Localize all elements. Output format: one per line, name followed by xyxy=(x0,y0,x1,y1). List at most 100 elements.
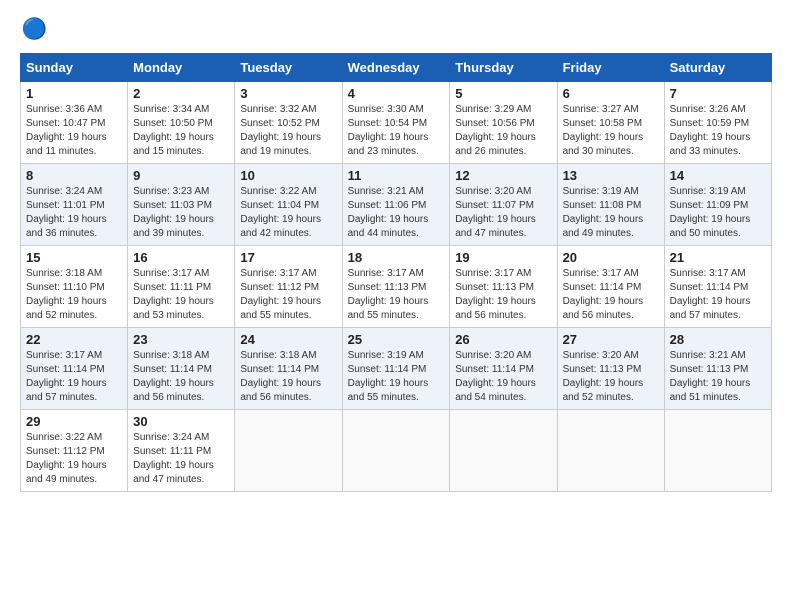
day-number: 1 xyxy=(26,86,122,101)
day-number: 7 xyxy=(670,86,766,101)
day-info: Sunrise: 3:22 AMSunset: 11:12 PMDaylight… xyxy=(26,431,122,487)
calendar-cell: 24 Sunrise: 3:18 AMSunset: 11:14 PMDaylig… xyxy=(235,328,342,410)
day-info: Sunrise: 3:29 AMSunset: 10:56 PMDaylight… xyxy=(455,103,551,159)
day-info: Sunrise: 3:22 AMSunset: 11:04 PMDaylight… xyxy=(240,185,336,241)
day-info: Sunrise: 3:34 AMSunset: 10:50 PMDaylight… xyxy=(133,103,229,159)
weekday-header: Monday xyxy=(128,54,235,82)
calendar-cell: 13 Sunrise: 3:19 AMSunset: 11:08 PMDaylig… xyxy=(557,164,664,246)
day-info: Sunrise: 3:24 AMSunset: 11:01 PMDaylight… xyxy=(26,185,122,241)
calendar-cell: 29 Sunrise: 3:22 AMSunset: 11:12 PMDaylig… xyxy=(21,410,128,492)
logo-icon: 🔵 xyxy=(20,15,48,43)
day-number: 26 xyxy=(455,332,551,347)
day-number: 17 xyxy=(240,250,336,265)
day-info: Sunrise: 3:20 AMSunset: 11:13 PMDaylight… xyxy=(563,349,659,405)
weekday-header: Saturday xyxy=(664,54,771,82)
calendar-cell xyxy=(342,410,450,492)
weekday-header: Friday xyxy=(557,54,664,82)
calendar-cell: 4 Sunrise: 3:30 AMSunset: 10:54 PMDayligh… xyxy=(342,82,450,164)
day-info: Sunrise: 3:30 AMSunset: 10:54 PMDaylight… xyxy=(348,103,445,159)
day-number: 13 xyxy=(563,168,659,183)
day-number: 8 xyxy=(26,168,122,183)
day-info: Sunrise: 3:17 AMSunset: 11:14 PMDaylight… xyxy=(670,267,766,323)
day-info: Sunrise: 3:18 AMSunset: 11:10 PMDaylight… xyxy=(26,267,122,323)
day-info: Sunrise: 3:19 AMSunset: 11:09 PMDaylight… xyxy=(670,185,766,241)
day-number: 29 xyxy=(26,414,122,429)
calendar-cell: 23 Sunrise: 3:18 AMSunset: 11:14 PMDaylig… xyxy=(128,328,235,410)
calendar-cell: 21 Sunrise: 3:17 AMSunset: 11:14 PMDaylig… xyxy=(664,246,771,328)
calendar-cell: 1 Sunrise: 3:36 AMSunset: 10:47 PMDayligh… xyxy=(21,82,128,164)
calendar-week-row: 8 Sunrise: 3:24 AMSunset: 11:01 PMDayligh… xyxy=(21,164,772,246)
calendar-cell xyxy=(557,410,664,492)
day-number: 23 xyxy=(133,332,229,347)
calendar-cell: 3 Sunrise: 3:32 AMSunset: 10:52 PMDayligh… xyxy=(235,82,342,164)
day-number: 3 xyxy=(240,86,336,101)
page-header: 🔵 xyxy=(20,15,772,43)
day-number: 5 xyxy=(455,86,551,101)
day-info: Sunrise: 3:17 AMSunset: 11:13 PMDaylight… xyxy=(348,267,445,323)
day-info: Sunrise: 3:21 AMSunset: 11:13 PMDaylight… xyxy=(670,349,766,405)
calendar-cell: 10Sunrise: 3:22 AMSunset: 11:04 PMDaylig… xyxy=(235,164,342,246)
day-number: 9 xyxy=(133,168,229,183)
day-info: Sunrise: 3:19 AMSunset: 11:08 PMDaylight… xyxy=(563,185,659,241)
calendar-cell xyxy=(664,410,771,492)
calendar-week-row: 15Sunrise: 3:18 AMSunset: 11:10 PMDaylig… xyxy=(21,246,772,328)
calendar-cell: 27 Sunrise: 3:20 AMSunset: 11:13 PMDaylig… xyxy=(557,328,664,410)
calendar-cell: 9 Sunrise: 3:23 AMSunset: 11:03 PMDayligh… xyxy=(128,164,235,246)
calendar-week-row: 1 Sunrise: 3:36 AMSunset: 10:47 PMDayligh… xyxy=(21,82,772,164)
day-number: 30 xyxy=(133,414,229,429)
day-info: Sunrise: 3:17 AMSunset: 11:11 PMDaylight… xyxy=(133,267,229,323)
day-info: Sunrise: 3:17 AMSunset: 11:14 PMDaylight… xyxy=(563,267,659,323)
day-number: 2 xyxy=(133,86,229,101)
logo: 🔵 xyxy=(20,15,52,43)
day-info: Sunrise: 3:17 AMSunset: 11:13 PMDaylight… xyxy=(455,267,551,323)
calendar-body: 1 Sunrise: 3:36 AMSunset: 10:47 PMDayligh… xyxy=(21,82,772,492)
day-info: Sunrise: 3:24 AMSunset: 11:11 PMDaylight… xyxy=(133,431,229,487)
day-info: Sunrise: 3:23 AMSunset: 11:03 PMDaylight… xyxy=(133,185,229,241)
day-info: Sunrise: 3:21 AMSunset: 11:06 PMDaylight… xyxy=(348,185,445,241)
calendar-cell: 2 Sunrise: 3:34 AMSunset: 10:50 PMDayligh… xyxy=(128,82,235,164)
day-number: 16 xyxy=(133,250,229,265)
calendar-cell: 8 Sunrise: 3:24 AMSunset: 11:01 PMDayligh… xyxy=(21,164,128,246)
day-number: 21 xyxy=(670,250,766,265)
day-info: Sunrise: 3:17 AMSunset: 11:12 PMDaylight… xyxy=(240,267,336,323)
day-info: Sunrise: 3:18 AMSunset: 11:14 PMDaylight… xyxy=(240,349,336,405)
day-number: 24 xyxy=(240,332,336,347)
calendar-cell: 12 Sunrise: 3:20 AMSunset: 11:07 PMDaylig… xyxy=(450,164,557,246)
day-info: Sunrise: 3:17 AMSunset: 11:14 PMDaylight… xyxy=(26,349,122,405)
day-info: Sunrise: 3:27 AMSunset: 10:58 PMDaylight… xyxy=(563,103,659,159)
day-number: 11 xyxy=(348,168,445,183)
day-info: Sunrise: 3:32 AMSunset: 10:52 PMDaylight… xyxy=(240,103,336,159)
weekday-header: Sunday xyxy=(21,54,128,82)
calendar-cell: 14Sunrise: 3:19 AMSunset: 11:09 PMDaylig… xyxy=(664,164,771,246)
calendar-header-row: SundayMondayTuesdayWednesdayThursdayFrid… xyxy=(21,54,772,82)
calendar-cell: 26Sunrise: 3:20 AMSunset: 11:14 PMDaylig… xyxy=(450,328,557,410)
calendar-cell: 28 Sunrise: 3:21 AMSunset: 11:13 PMDaylig… xyxy=(664,328,771,410)
day-info: Sunrise: 3:20 AMSunset: 11:07 PMDaylight… xyxy=(455,185,551,241)
day-number: 6 xyxy=(563,86,659,101)
day-number: 20 xyxy=(563,250,659,265)
calendar-cell: 5 Sunrise: 3:29 AMSunset: 10:56 PMDayligh… xyxy=(450,82,557,164)
calendar-cell: 25Sunrise: 3:19 AMSunset: 11:14 PMDaylig… xyxy=(342,328,450,410)
day-number: 28 xyxy=(670,332,766,347)
calendar-cell: 18 Sunrise: 3:17 AMSunset: 11:13 PMDaylig… xyxy=(342,246,450,328)
calendar-cell: 22 Sunrise: 3:17 AMSunset: 11:14 PMDaylig… xyxy=(21,328,128,410)
calendar-cell: 19Sunrise: 3:17 AMSunset: 11:13 PMDaylig… xyxy=(450,246,557,328)
day-number: 18 xyxy=(348,250,445,265)
day-info: Sunrise: 3:19 AMSunset: 11:14 PMDaylight… xyxy=(348,349,445,405)
calendar-cell xyxy=(235,410,342,492)
day-number: 22 xyxy=(26,332,122,347)
day-number: 12 xyxy=(455,168,551,183)
weekday-header: Thursday xyxy=(450,54,557,82)
day-number: 27 xyxy=(563,332,659,347)
weekday-header: Tuesday xyxy=(235,54,342,82)
day-info: Sunrise: 3:26 AMSunset: 10:59 PMDaylight… xyxy=(670,103,766,159)
calendar-cell: 20 Sunrise: 3:17 AMSunset: 11:14 PMDaylig… xyxy=(557,246,664,328)
day-info: Sunrise: 3:18 AMSunset: 11:14 PMDaylight… xyxy=(133,349,229,405)
calendar-cell: 17 Sunrise: 3:17 AMSunset: 11:12 PMDaylig… xyxy=(235,246,342,328)
day-info: Sunrise: 3:36 AMSunset: 10:47 PMDaylight… xyxy=(26,103,122,159)
day-number: 4 xyxy=(348,86,445,101)
weekday-header: Wednesday xyxy=(342,54,450,82)
calendar-cell: 16 Sunrise: 3:17 AMSunset: 11:11 PMDaylig… xyxy=(128,246,235,328)
calendar-week-row: 29 Sunrise: 3:22 AMSunset: 11:12 PMDaylig… xyxy=(21,410,772,492)
calendar-cell: 6 Sunrise: 3:27 AMSunset: 10:58 PMDayligh… xyxy=(557,82,664,164)
